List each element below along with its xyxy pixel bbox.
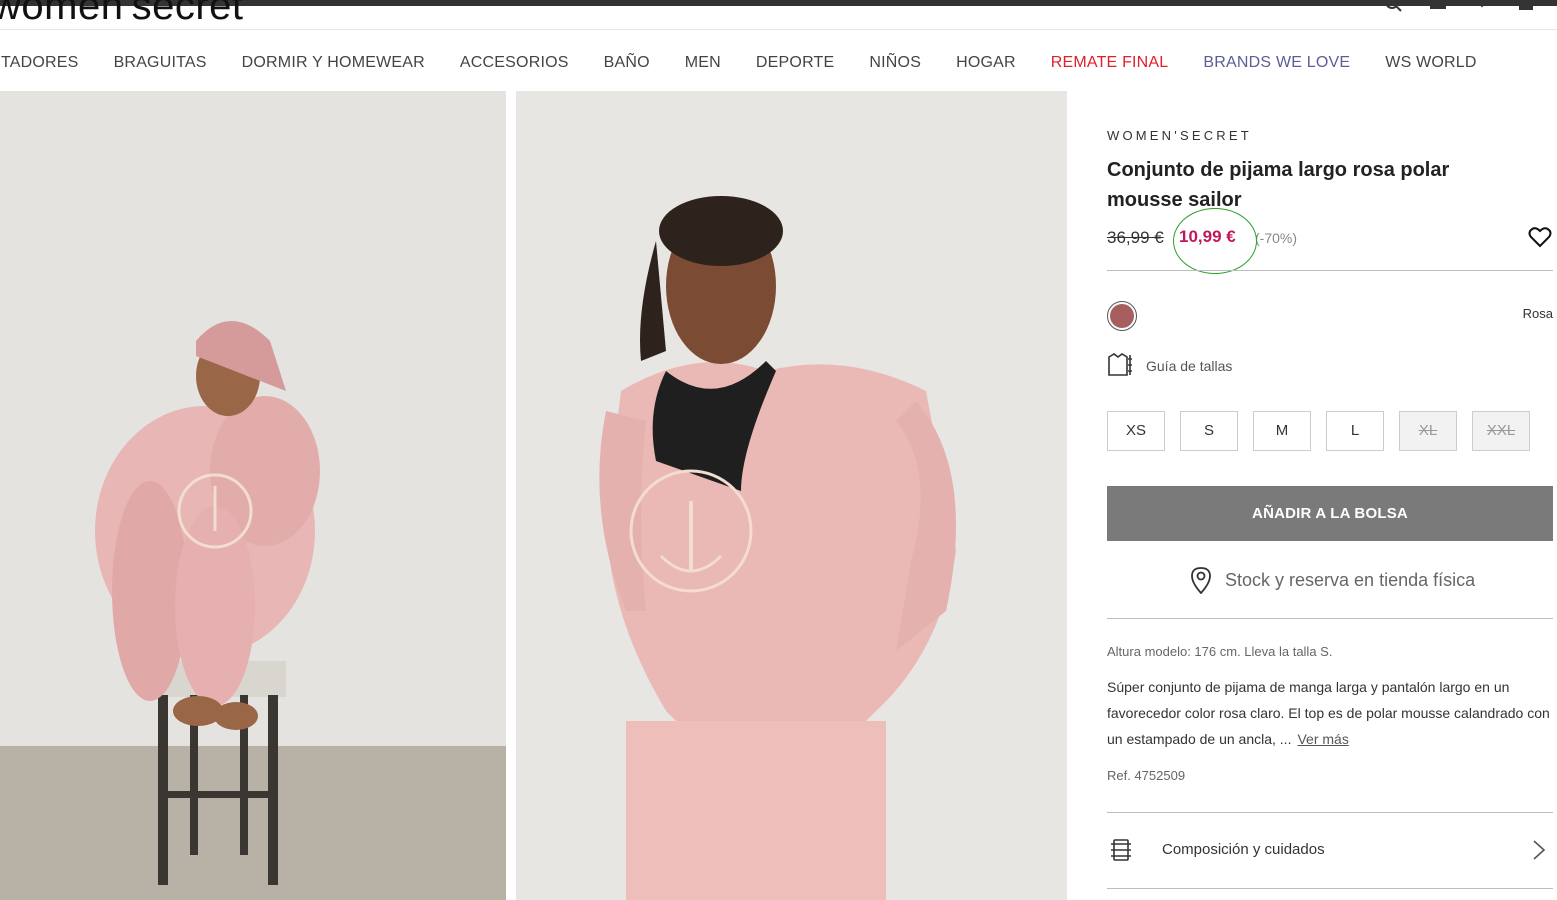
- nav-item-ws-world[interactable]: WS WORLD: [1385, 50, 1476, 76]
- header: women'secret: [0, 0, 1557, 30]
- account-icon[interactable]: [1427, 0, 1449, 12]
- photo-model-sitting: [0, 91, 506, 900]
- size-option-s[interactable]: S: [1180, 411, 1238, 451]
- color-swatch-rosa[interactable]: [1107, 301, 1137, 331]
- model-info: Altura modelo: 176 cm. Lleva la talla S.: [1107, 644, 1333, 659]
- add-to-bag-button[interactable]: AÑADIR A LA BOLSA: [1107, 486, 1553, 541]
- divider: [1107, 812, 1553, 813]
- wishlist-heart-icon[interactable]: [1528, 226, 1552, 248]
- nav-item-brands-we-love[interactable]: BRANDS WE LOVE: [1203, 50, 1350, 76]
- old-price: 36,99 €: [1107, 228, 1164, 247]
- size-option-xl[interactable]: XL: [1399, 411, 1457, 451]
- location-pin-icon: [1191, 567, 1211, 594]
- product-reference: Ref. 4752509: [1107, 768, 1186, 783]
- photo-model-standing: [516, 91, 1067, 900]
- product-description: Súper conjunto de pijama de manga larga …: [1107, 674, 1553, 752]
- nav-item-hogar[interactable]: HOGAR: [956, 50, 1016, 76]
- discount-badge: (-70%): [1255, 230, 1298, 246]
- divider: [1107, 270, 1553, 271]
- size-guide-icon[interactable]: [1107, 353, 1134, 377]
- nav-item-men[interactable]: MEN: [685, 50, 721, 76]
- main-nav: TADORES BRAGUITAS DORMIR Y HOMEWEAR ACCE…: [0, 50, 1512, 76]
- nav-item-tadores[interactable]: TADORES: [1, 50, 79, 76]
- product-brand: WOMEN'SECRET: [1107, 128, 1252, 143]
- nav-item-deporte[interactable]: DEPORTE: [756, 50, 834, 76]
- size-option-xxl[interactable]: XXL: [1472, 411, 1530, 451]
- product-title: Conjunto de pijama largo rosa polar mous…: [1107, 159, 1450, 211]
- size-guide-link[interactable]: Guía de tallas: [1146, 358, 1232, 374]
- size-selector: XS S M L XL XXL: [1107, 411, 1530, 451]
- bag-icon[interactable]: [1515, 0, 1537, 12]
- search-icon[interactable]: [1383, 0, 1405, 12]
- nav-item-dormir-homewear[interactable]: DORMIR Y HOMEWEAR: [242, 50, 425, 76]
- size-option-m[interactable]: M: [1253, 411, 1311, 451]
- composition-care-icon: [1111, 839, 1131, 861]
- chevron-right-icon[interactable]: [1532, 839, 1546, 861]
- nav-item-ninos[interactable]: NIÑOS: [869, 50, 921, 76]
- product-image-2[interactable]: [516, 91, 1067, 900]
- divider: [1107, 618, 1553, 619]
- price-highlight-circle: [1173, 208, 1257, 274]
- size-option-l[interactable]: L: [1326, 411, 1384, 451]
- composition-care-link[interactable]: Composición y cuidados: [1162, 841, 1325, 858]
- nav-item-accesorios[interactable]: ACCESORIOS: [460, 50, 569, 76]
- heart-icon[interactable]: [1471, 0, 1493, 12]
- divider: [1107, 888, 1553, 889]
- logo[interactable]: women'secret: [0, 0, 244, 29]
- product-image-1[interactable]: [0, 91, 506, 900]
- selected-color-name: Rosa: [1522, 306, 1553, 321]
- see-more-link[interactable]: Ver más: [1297, 731, 1348, 747]
- store-stock-label: Stock y reserva en tienda física: [1225, 569, 1476, 590]
- header-icons: [1383, 0, 1537, 12]
- swatch-fill: [1110, 304, 1134, 328]
- size-option-xs[interactable]: XS: [1107, 411, 1165, 451]
- nav-item-bano[interactable]: BAÑO: [604, 50, 650, 76]
- store-stock-link[interactable]: Stock y reserva en tienda física: [1189, 566, 1475, 594]
- nav-item-braguitas[interactable]: BRAGUITAS: [114, 50, 207, 76]
- nav-item-remate-final[interactable]: REMATE FINAL: [1051, 50, 1169, 76]
